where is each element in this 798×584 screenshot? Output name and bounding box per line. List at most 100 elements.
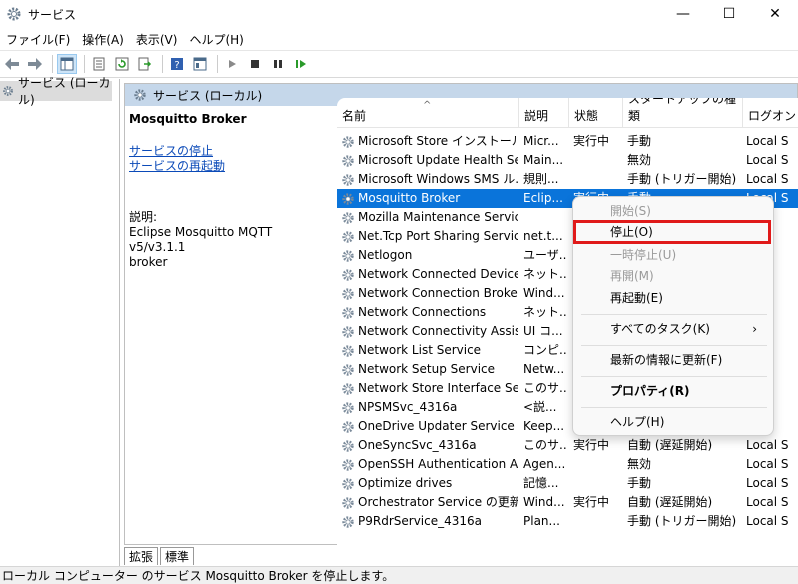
close-button[interactable]: ✕: [752, 0, 798, 28]
service-startup-cell: 手動 (トリガー開始): [627, 172, 737, 186]
minimize-button[interactable]: —: [660, 0, 706, 28]
service-row[interactable]: Microsoft Store インストール ... Micr... 実行中 手動 Lo…: [337, 132, 798, 151]
service-description-cell: net.t...: [523, 229, 563, 243]
menu-item-start[interactable]: 開始(S): [581, 200, 767, 222]
service-gear-icon: [342, 382, 354, 395]
resume-icon[interactable]: [291, 54, 311, 74]
service-description-cell: Wind...: [523, 286, 565, 300]
title-bar: サービス — ☐ ✕: [0, 0, 798, 28]
service-description-cell: コンピ...: [523, 343, 567, 357]
service-startup-cell: 無効: [627, 153, 652, 167]
service-status-cell: [573, 151, 621, 170]
refresh-icon[interactable]: [112, 54, 132, 74]
menu-view[interactable]: 表示(V): [130, 31, 184, 48]
tree-item-services-local[interactable]: サービス (ローカル): [0, 76, 112, 107]
menu-item-pause[interactable]: 一時停止(U): [581, 244, 767, 266]
menu-item-refresh[interactable]: 最新の情報に更新(F): [581, 349, 767, 371]
service-logon-cell: Local S: [746, 438, 789, 452]
service-name: Netlogon: [358, 248, 413, 262]
service-row[interactable]: P9RdrService_4316a Plan... 手動 (トリガー開始) Loca…: [337, 512, 798, 531]
toolbar-divider: [52, 55, 53, 73]
view-icon[interactable]: [190, 54, 210, 74]
menu-help[interactable]: ヘルプ(H): [183, 31, 249, 48]
stop-highlight-box: [573, 220, 771, 244]
service-name-cell: Network Connections: [341, 303, 518, 322]
service-gear-icon: [342, 477, 354, 490]
service-startup-cell: 手動: [627, 134, 652, 148]
menu-item-resume[interactable]: 再開(M): [581, 265, 767, 287]
service-row[interactable]: OneSyncSvc_4316a このサ... 実行中 自動 (遅延開始) Local …: [337, 436, 798, 455]
pause-icon[interactable]: [268, 54, 288, 74]
service-row[interactable]: Microsoft Windows SMS ル... 規則... 手動 (トリガー開…: [337, 170, 798, 189]
column-header-status[interactable]: 状態: [569, 98, 623, 128]
service-description-cell: ネット...: [523, 305, 567, 319]
service-description-cell: <説...: [523, 400, 557, 414]
console-tree-icon[interactable]: [57, 54, 77, 74]
start-icon[interactable]: [222, 54, 242, 74]
description-pane: Mosquitto Broker サービスの停止 サービスの再起動 説明: Ec…: [129, 112, 325, 270]
service-name-cell: Net.Tcp Port Sharing Service: [341, 227, 518, 246]
service-gear-icon: [342, 306, 354, 319]
service-status-cell: 実行中: [573, 134, 610, 148]
service-status-cell: [573, 512, 621, 531]
service-gear-icon: [342, 135, 354, 148]
restart-service-link[interactable]: サービスの再起動: [129, 159, 325, 174]
column-header-row: ^ 名前 説明 状態 スタートアップの種類 ログオン: [337, 98, 798, 128]
service-name: Orchestrator Service の更新: [358, 495, 518, 509]
service-name: Network Connection Broker: [358, 286, 518, 300]
service-gear-icon: [342, 287, 354, 300]
service-name: Microsoft Update Health Se...: [358, 153, 518, 167]
service-row[interactable]: Optimize drives 記憶... 手動 Local S: [337, 474, 798, 493]
tab-extended[interactable]: 拡張: [124, 547, 159, 565]
back-icon[interactable]: [2, 54, 22, 74]
service-name: Microsoft Windows SMS ル...: [358, 172, 518, 186]
stop-service-link[interactable]: サービスの停止: [129, 144, 325, 159]
menu-item-properties[interactable]: プロパティ(R): [581, 380, 767, 402]
menu-separator: [581, 407, 767, 408]
column-header-logon[interactable]: ログオン: [743, 98, 798, 128]
service-logon-cell: Local S: [746, 476, 789, 490]
column-header-startup-type[interactable]: スタートアップの種類: [623, 98, 743, 128]
service-startup-cell: 無効: [627, 457, 652, 471]
export-icon[interactable]: [135, 54, 155, 74]
tree-item-label: サービス (ローカル): [18, 76, 111, 107]
service-gear-icon: [342, 154, 354, 167]
service-row[interactable]: OpenSSH Authentication A... Agen... 無効 Loca…: [337, 455, 798, 474]
tab-standard[interactable]: 標準: [160, 547, 195, 565]
service-name: Network Connected Device...: [358, 267, 518, 281]
menu-item-help[interactable]: ヘルプ(H): [581, 411, 767, 433]
service-description-cell: Micr...: [523, 134, 559, 148]
menu-item-all-tasks[interactable]: すべてのタスク(K) ›: [581, 318, 767, 340]
service-row[interactable]: Orchestrator Service の更新 Wind... 実行中 自動 (遅延…: [337, 493, 798, 512]
panel-header-title: サービス (ローカル): [153, 88, 263, 103]
service-gear-icon: [342, 325, 354, 338]
service-name: OneDrive Updater Service: [358, 419, 515, 433]
column-header-description[interactable]: 説明: [519, 98, 569, 128]
service-logon-cell: Local S: [746, 134, 789, 148]
service-gear-icon: [342, 515, 354, 528]
service-description-cell: Plan...: [523, 514, 560, 528]
menu-action[interactable]: 操作(A): [76, 31, 130, 48]
service-name: NPSMSvc_4316a: [358, 400, 458, 414]
service-logon-cell: Local S: [746, 172, 789, 186]
service-gear-icon: [342, 439, 354, 452]
service-description-cell: このサ...: [523, 438, 567, 452]
toolbar-divider: [217, 55, 218, 73]
service-row[interactable]: Microsoft Update Health Se... Main... 無効 Lo…: [337, 151, 798, 170]
column-header-name[interactable]: 名前: [337, 98, 519, 128]
menu-file[interactable]: ファイル(F): [0, 31, 76, 48]
service-gear-icon: [342, 496, 354, 509]
properties-icon[interactable]: [89, 54, 109, 74]
service-description-cell: Netw...: [523, 362, 565, 376]
stop-icon[interactable]: [245, 54, 265, 74]
service-name: Mozilla Maintenance Service: [358, 210, 518, 224]
service-name-cell: Mozilla Maintenance Service: [341, 208, 518, 227]
help-icon[interactable]: ?: [167, 54, 187, 74]
service-gear-icon: [342, 458, 354, 471]
description-text-line1: Eclipse Mosquitto MQTT v5/v3.1.1: [129, 225, 273, 254]
forward-icon[interactable]: [25, 54, 45, 74]
maximize-button[interactable]: ☐: [706, 0, 752, 28]
service-gear-icon: [342, 363, 354, 376]
service-name-cell: OneDrive Updater Service: [341, 417, 518, 436]
menu-item-restart[interactable]: 再起動(E): [581, 287, 767, 309]
